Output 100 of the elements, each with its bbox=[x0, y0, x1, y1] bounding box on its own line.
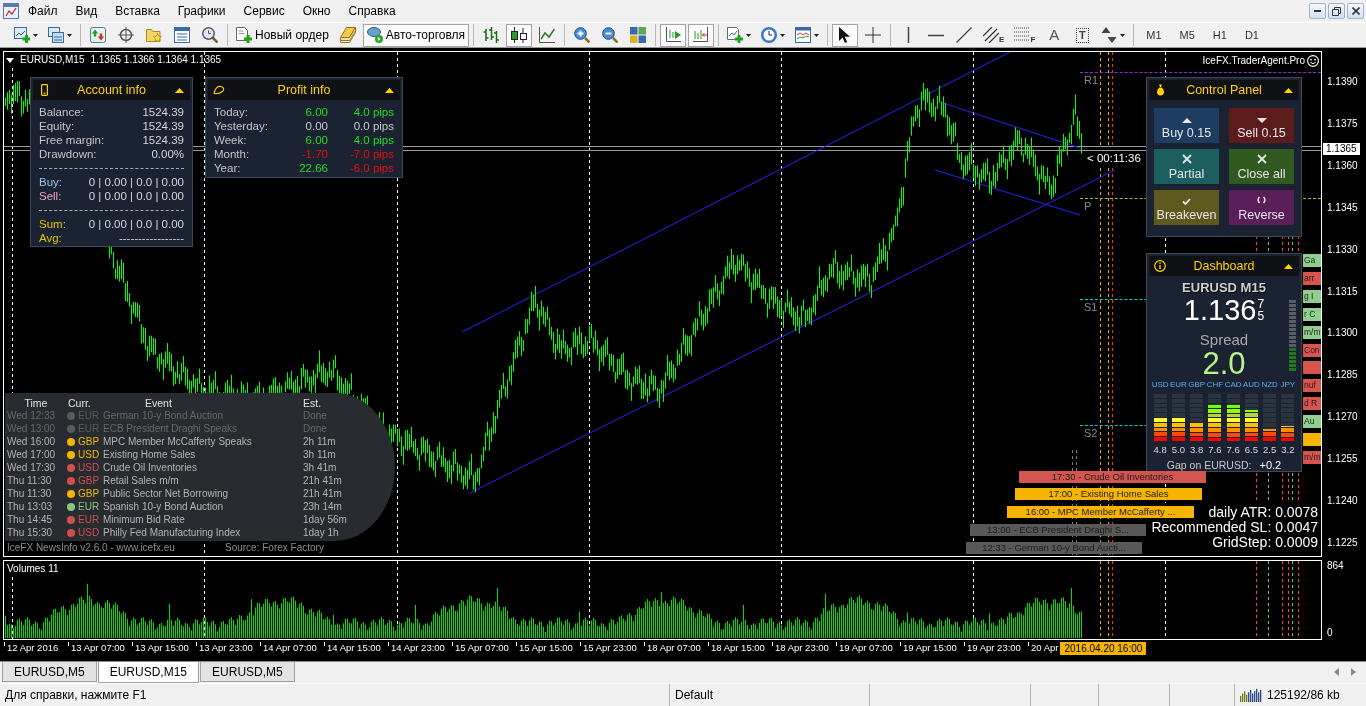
currency-code: EUR bbox=[1169, 380, 1187, 390]
ohlc-quote: 1.1365 1.1366 1.1364 1.1365 bbox=[90, 54, 222, 66]
spread-label: Spread bbox=[1199, 331, 1249, 348]
news-estimate: 3h 11m bbox=[303, 448, 337, 461]
auto-scroll-button[interactable] bbox=[688, 23, 715, 47]
price-superscript: 7 bbox=[1257, 298, 1265, 310]
currency-code: CAD bbox=[1224, 380, 1242, 390]
time-label: 13 Apr 23:00 bbox=[199, 642, 253, 654]
strength-value: 7.6 bbox=[1208, 444, 1222, 456]
price-label: 1.1270 bbox=[1327, 411, 1358, 424]
profit-pips: -6.0 pips bbox=[348, 161, 394, 175]
time-label: 20 Apr bbox=[1031, 642, 1059, 654]
caret-up-icon bbox=[1283, 87, 1293, 93]
pivot-label: S1 bbox=[1084, 301, 1098, 313]
clock-icon bbox=[761, 27, 778, 43]
news-tag: m/m bbox=[1303, 450, 1321, 464]
menu-item[interactable]: Графики bbox=[168, 1, 235, 21]
menu-item[interactable]: Вставка bbox=[106, 1, 169, 21]
news-estimate: 1day 56m bbox=[303, 513, 348, 526]
signal-bars-icon bbox=[1240, 688, 1262, 702]
menu-item[interactable]: Вид bbox=[66, 1, 107, 21]
profit-pips: -7.0 pips bbox=[348, 147, 394, 161]
news-currency: GBP bbox=[78, 474, 101, 487]
currency-code: NZD bbox=[1261, 380, 1278, 390]
profit-pips: 4.0 pips bbox=[352, 133, 394, 147]
menu-item[interactable]: Окно bbox=[293, 1, 340, 21]
text-tool-button[interactable]: A bbox=[1041, 23, 1068, 47]
caret-up-icon bbox=[384, 87, 394, 93]
info-label: Year: bbox=[214, 161, 242, 175]
chart-shift-icon bbox=[665, 27, 682, 43]
menu-item[interactable]: Справка bbox=[339, 1, 405, 21]
info-value: ----------------- bbox=[118, 231, 184, 245]
text-label-button[interactable]: T bbox=[1069, 23, 1096, 47]
tile-windows-icon bbox=[630, 27, 647, 43]
menu-item[interactable]: Сервис bbox=[234, 1, 294, 21]
price-label: 1.1360 bbox=[1327, 159, 1358, 172]
time-label: 19 Apr 15:00 bbox=[903, 642, 957, 654]
trend-line-icon bbox=[956, 27, 973, 43]
target-icon bbox=[118, 27, 134, 43]
fibo-channel-button[interactable]: E bbox=[979, 23, 1009, 47]
currency-code: CHF bbox=[1206, 380, 1224, 390]
news-currency: GBP bbox=[78, 487, 101, 500]
panel-title: Dashboard bbox=[1193, 259, 1255, 273]
currency-code: GBP bbox=[1188, 380, 1206, 390]
chart-tab[interactable]: EURUSD,M5 bbox=[200, 662, 295, 682]
news-currency: USD bbox=[78, 448, 101, 461]
chart-tab[interactable]: EURUSD,M5 bbox=[2, 662, 97, 682]
action-button[interactable]: Partial bbox=[1154, 149, 1219, 184]
action-button[interactable]: Buy 0.15 bbox=[1154, 108, 1219, 143]
cursor-button[interactable] bbox=[832, 23, 859, 47]
price-label: 1.1285 bbox=[1327, 369, 1358, 382]
news-tag: g I bbox=[1303, 289, 1321, 303]
chart-shift-button[interactable] bbox=[660, 23, 687, 47]
chart-tab[interactable]: EURUSD,M15 bbox=[97, 662, 200, 683]
menu-item[interactable]: Файл bbox=[19, 1, 67, 21]
close-button[interactable] bbox=[1347, 3, 1364, 19]
action-button[interactable]: Breakeven bbox=[1154, 190, 1219, 225]
minimize-icon bbox=[1314, 10, 1321, 12]
caret-up-icon bbox=[174, 87, 184, 93]
currency-code: USD bbox=[1151, 380, 1169, 390]
panel-title: Control Panel bbox=[1186, 83, 1262, 97]
news-event: German 10-y Bond Auction bbox=[103, 409, 225, 422]
time-label: 12 Apr 2016 bbox=[7, 642, 59, 654]
period-button[interactable]: M5 bbox=[1171, 23, 1203, 47]
loop-icon bbox=[213, 85, 225, 95]
action-button[interactable]: Sell 0.15 bbox=[1229, 108, 1294, 143]
news-estimate: 1day 1h bbox=[303, 526, 340, 539]
new-order-button[interactable]: Новый ордер bbox=[232, 23, 333, 47]
action-button[interactable]: Reverse bbox=[1229, 190, 1294, 225]
news-time: Wed 12:33 bbox=[7, 409, 57, 422]
period-button[interactable]: D1 bbox=[1236, 23, 1267, 47]
minimize-button[interactable] bbox=[1309, 3, 1326, 19]
phone-icon bbox=[40, 84, 48, 96]
magnifier-icon bbox=[202, 27, 218, 43]
news-time: Thu 14:45 bbox=[7, 513, 54, 526]
dotted-lines-icon bbox=[1014, 27, 1031, 43]
action-button[interactable]: Close all bbox=[1229, 149, 1294, 184]
fibo-levels-button[interactable]: F bbox=[1010, 23, 1040, 47]
price-label: 1.1375 bbox=[1327, 117, 1358, 130]
arrow-right-icon bbox=[1351, 668, 1356, 676]
period-button[interactable]: M1 bbox=[1138, 23, 1170, 47]
auto-scroll-icon bbox=[693, 27, 710, 43]
cycle-icon bbox=[1257, 195, 1266, 205]
news-currency: EUR bbox=[78, 500, 101, 513]
info-label: Avg: bbox=[39, 231, 62, 245]
auto-trading-button[interactable]: Авто-торговля bbox=[362, 23, 470, 47]
restore-button[interactable] bbox=[1328, 3, 1345, 19]
symbol-label: EURUSD,M15 bbox=[20, 54, 85, 66]
document-plus-icon bbox=[236, 27, 252, 43]
strength-value: 2.5 bbox=[1263, 444, 1277, 456]
gap-value: +0.2 bbox=[1259, 458, 1282, 471]
candlestick-button[interactable] bbox=[506, 23, 533, 47]
period-button[interactable]: H1 bbox=[1204, 23, 1235, 47]
windows-icon bbox=[48, 27, 64, 43]
time-label: 18 Apr 15:00 bbox=[711, 642, 765, 654]
profit-amount: 22.66 bbox=[298, 161, 328, 175]
cross-icon bbox=[1256, 154, 1267, 164]
smiley-icon bbox=[1307, 55, 1319, 67]
price-label: 1.1225 bbox=[1327, 536, 1358, 549]
strength-value: 3.2 bbox=[1281, 444, 1295, 456]
